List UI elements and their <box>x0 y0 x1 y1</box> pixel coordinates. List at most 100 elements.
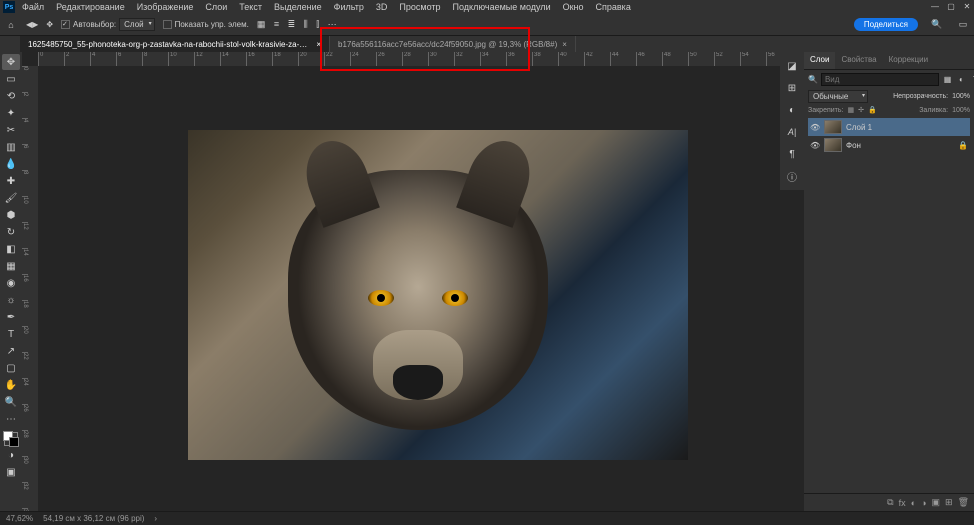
new-layer-icon[interactable]: ⊞ <box>945 497 953 508</box>
healing-tool[interactable]: ✚ <box>2 173 20 189</box>
menu-plugins[interactable]: Подключаемые модули <box>448 2 556 12</box>
swatches-panel-icon[interactable]: ⊞ <box>784 80 800 96</box>
layer-row[interactable]: 👁 Фон 🔒 <box>808 136 970 154</box>
maximize-icon[interactable]: ▢ <box>946 1 956 11</box>
tab-close-icon[interactable]: × <box>562 40 567 49</box>
shape-tool[interactable]: ▢ <box>2 360 20 376</box>
wand-tool[interactable]: ✦ <box>2 105 20 121</box>
menu-select[interactable]: Выделение <box>269 2 327 12</box>
menu-file[interactable]: Файл <box>17 2 49 12</box>
document-tab-1[interactable]: 1625485750_55-phonoteka-org-p-zastavka-n… <box>20 36 330 52</box>
paragraph-panel-icon[interactable]: ¶ <box>784 146 800 162</box>
char-panel-icon[interactable]: A| <box>784 124 800 140</box>
quickmask-tool[interactable]: ◑ <box>2 447 20 463</box>
screenmode-tool[interactable]: ▣ <box>2 464 20 480</box>
document-canvas[interactable] <box>188 130 688 460</box>
layer-fx-icon[interactable]: fx <box>899 498 906 508</box>
filter-pixel-icon[interactable]: ▦ <box>942 74 953 85</box>
color-swatches[interactable] <box>4 432 18 446</box>
tab-corrections[interactable]: Коррекции <box>883 52 934 69</box>
caret-icon[interactable]: ◀▶ <box>26 20 38 29</box>
workspace-icon[interactable]: ▭ <box>956 18 970 32</box>
zoom-value[interactable]: 47,62% <box>6 514 33 523</box>
link-layers-icon[interactable]: ⧉ <box>887 497 893 508</box>
menu-edit[interactable]: Редактирование <box>51 2 130 12</box>
menu-help[interactable]: Справка <box>591 2 636 12</box>
layer-thumbnail[interactable] <box>824 120 842 134</box>
canvas-area[interactable]: 0246810121416182022242628303234363840424… <box>22 52 804 511</box>
menu-window[interactable]: Окно <box>558 2 589 12</box>
new-group-icon[interactable]: ▣ <box>932 497 941 508</box>
show-controls-option[interactable]: Показать упр. элем. <box>163 20 249 29</box>
layer-thumbnail[interactable] <box>824 138 842 152</box>
show-controls-label: Показать упр. элем. <box>175 20 249 29</box>
type-tool[interactable]: T <box>2 326 20 342</box>
dodge-tool[interactable]: ☼ <box>2 292 20 308</box>
layer-mask-icon[interactable]: ◐ <box>911 498 916 508</box>
lock-position-icon[interactable]: ✢ <box>858 106 864 114</box>
tab-layers[interactable]: Слои <box>804 52 835 69</box>
edit-toolbar-icon[interactable]: ⋯ <box>2 411 20 427</box>
doc-info[interactable]: 54,19 см x 36,12 см (96 ppi) <box>43 514 144 523</box>
share-button[interactable]: Поделиться <box>854 18 918 31</box>
search-icon[interactable]: 🔍 <box>930 18 944 32</box>
menu-text[interactable]: Текст <box>234 2 267 12</box>
layer-name[interactable]: Фон <box>846 141 861 150</box>
lock-all-icon[interactable]: 🔒 <box>868 106 877 114</box>
fill-label: Заливка: <box>919 107 948 114</box>
auto-select-dropdown[interactable]: Слой <box>119 18 154 31</box>
hand-tool[interactable]: ✋ <box>2 377 20 393</box>
menu-3d[interactable]: 3D <box>371 2 393 12</box>
gradient-tool[interactable]: ▦ <box>2 258 20 274</box>
history-brush-tool[interactable]: ↻ <box>2 224 20 240</box>
path-tool[interactable]: ↗ <box>2 343 20 359</box>
minimize-icon[interactable]: — <box>930 1 940 11</box>
color-panel-icon[interactable]: ◪ <box>784 58 800 74</box>
marquee-tool[interactable]: ▭ <box>2 71 20 87</box>
filter-adjust-icon[interactable]: ◐ <box>956 74 967 85</box>
lasso-tool[interactable]: ⟲ <box>2 88 20 104</box>
menu-view[interactable]: Просмотр <box>394 2 445 12</box>
layers-panel: 🔍 ▦ ◐ T ▢ ▣ ⊘ Обычные Непрозрачность: 10… <box>804 70 974 157</box>
stamp-tool[interactable]: ⬢ <box>2 207 20 223</box>
crop-tool[interactable]: ✂ <box>2 122 20 138</box>
blur-tool[interactable]: ◉ <box>2 275 20 291</box>
close-icon[interactable]: ✕ <box>962 1 972 11</box>
show-controls-checkbox[interactable] <box>163 20 172 29</box>
adjustments-panel-icon[interactable]: ◐ <box>784 102 800 118</box>
menu-filter[interactable]: Фильтр <box>329 2 369 12</box>
fill-value[interactable]: 100% <box>952 107 970 114</box>
opacity-value[interactable]: 100% <box>952 93 970 100</box>
chevron-right-icon[interactable]: › <box>154 514 157 523</box>
layers-panel-footer: ⧉ fx ◐ ◑ ▣ ⊞ 🗑 <box>804 493 974 511</box>
document-tab-2[interactable]: b176a556116acc7e56acc/dc24f59050.jpg @ 1… <box>330 36 576 52</box>
tool-preset-icon[interactable]: ✥ <box>46 20 53 29</box>
tab-close-icon[interactable]: × <box>316 40 321 49</box>
auto-select-option[interactable]: Автовыбор: Слой <box>61 18 155 31</box>
delete-layer-icon[interactable]: 🗑 <box>958 497 969 508</box>
zoom-tool[interactable]: 🔍 <box>2 394 20 410</box>
visibility-icon[interactable]: 👁 <box>810 123 820 132</box>
new-fill-icon[interactable]: ◑ <box>921 498 926 508</box>
auto-select-checkbox[interactable] <box>61 20 70 29</box>
layer-row[interactable]: 👁 Слой 1 <box>808 118 970 136</box>
layer-name[interactable]: Слой 1 <box>846 123 872 132</box>
visibility-icon[interactable]: 👁 <box>810 141 820 150</box>
blend-mode-dropdown[interactable]: Обычные <box>808 90 868 103</box>
menu-layers[interactable]: Слои <box>200 2 232 12</box>
brush-tool[interactable]: 🖌 <box>2 190 20 206</box>
info-panel-icon[interactable]: ⓘ <box>784 168 800 184</box>
home-icon[interactable]: ⌂ <box>4 18 18 32</box>
align-icons[interactable]: ▦ ≡ ≣ ⫼ ⫿ ⋯ <box>257 19 340 30</box>
eraser-tool[interactable]: ◧ <box>2 241 20 257</box>
move-tool[interactable]: ✥ <box>2 54 20 70</box>
pen-tool[interactable]: ✒ <box>2 309 20 325</box>
lock-pixels-icon[interactable]: ▦ <box>847 106 854 114</box>
tab-properties[interactable]: Свойства <box>835 52 882 69</box>
menu-image[interactable]: Изображение <box>132 2 199 12</box>
layer-search-input[interactable] <box>821 73 939 86</box>
filter-type-icon[interactable]: T <box>970 74 974 85</box>
search-icon: 🔍 <box>808 75 818 84</box>
frame-tool[interactable]: ▥ <box>2 139 20 155</box>
eyedropper-tool[interactable]: 💧 <box>2 156 20 172</box>
